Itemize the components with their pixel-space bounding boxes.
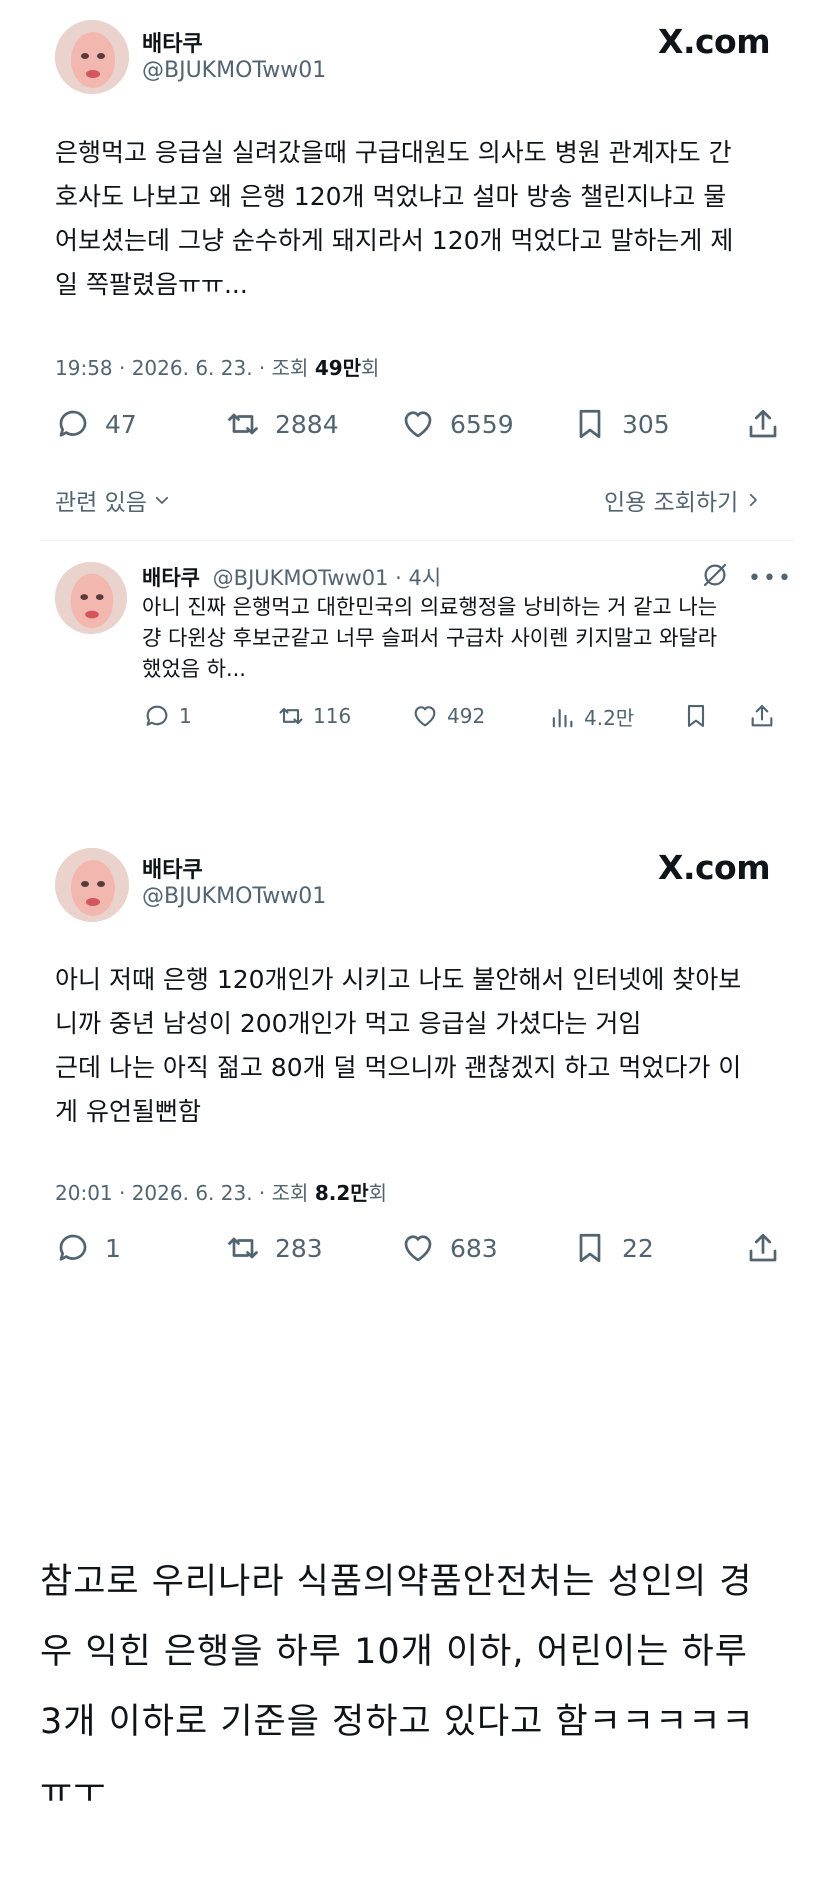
chevron-right-icon — [750, 493, 758, 507]
time-text: 19:58 · 2026. 6. 23. · 조회 — [55, 356, 315, 380]
view-suffix: 회 — [361, 356, 380, 380]
author-handle[interactable]: @BJUKMOTww01 — [142, 884, 326, 909]
share-icon — [751, 705, 773, 727]
avatar[interactable] — [55, 20, 129, 94]
x-logo: X.com — [658, 848, 771, 887]
reply-repost-button[interactable]: 116 — [277, 702, 351, 730]
reply-icon — [146, 705, 168, 726]
reply-reply-count: 1 — [179, 704, 192, 728]
tweet-text: 아니 저때 은행 120개인가 시키고 나도 불안해서 인터넷에 찾아보 니까 … — [55, 965, 742, 1126]
repost-icon — [228, 413, 258, 435]
related-label: 관련 있음 — [55, 490, 147, 516]
reply-share-button[interactable] — [748, 702, 776, 730]
reply-repost-count: 116 — [313, 704, 352, 728]
author-handle[interactable]: @BJUKMOTww01 — [142, 58, 326, 83]
reply-text: 아니 진짜 은행먹고 대한민국의 의료행정을 낭비하는 거 같고 나는 걍 다윈… — [142, 595, 718, 681]
chevron-down-icon — [155, 496, 169, 504]
bookmark-icon — [687, 705, 705, 727]
reply-button[interactable]: 47 — [55, 406, 137, 442]
share-button[interactable] — [745, 1230, 781, 1266]
avatar[interactable] — [55, 848, 129, 922]
view-count: 8.2만 — [314, 1181, 369, 1205]
divider — [40, 540, 795, 541]
author-name[interactable]: 배타쿠 — [142, 852, 203, 884]
reply-like-button[interactable]: 492 — [411, 702, 485, 730]
share-icon — [749, 409, 777, 438]
like-button[interactable]: 6559 — [400, 406, 514, 442]
heart-icon — [404, 1235, 432, 1262]
x-logo: X.com — [658, 22, 771, 61]
reply-bookmark-button[interactable] — [682, 702, 710, 730]
bookmark-button[interactable]: 22 — [572, 1230, 654, 1266]
reply-like-count: 492 — [447, 704, 486, 728]
tweet-text: 은행먹고 응급실 실려갔을때 구급대원도 의사도 병원 관계자도 간 호사도 나… — [55, 138, 734, 299]
heart-icon — [414, 706, 436, 727]
reply-handle-time[interactable]: @BJUKMOTww01 · 4시 — [213, 566, 442, 590]
caption-note: 참고로 우리나라 식품의약품안전처는 성인의 경 우 익힌 은행을 하루 10개… — [40, 1562, 755, 1812]
bookmark-icon — [579, 409, 601, 439]
repost-button[interactable]: 2884 — [225, 406, 339, 442]
bookmark-button[interactable]: 305 — [572, 406, 670, 442]
like-count: 683 — [450, 1233, 498, 1263]
view-count: 49만 — [314, 356, 362, 380]
reply-button[interactable]: 1 — [55, 1230, 121, 1266]
reply-count: 47 — [105, 409, 137, 439]
reply-views-count: 4.2만 — [584, 706, 635, 730]
reply-reply-button[interactable]: 1 — [143, 702, 192, 730]
reply-views-button[interactable]: 4.2만 — [548, 702, 634, 731]
repost-button[interactable]: 283 — [225, 1230, 323, 1266]
bookmark-count: 305 — [622, 409, 670, 439]
reply-count: 1 — [105, 1233, 121, 1263]
repost-icon — [279, 707, 303, 725]
repost-icon — [228, 1237, 258, 1259]
like-count: 6559 — [450, 409, 514, 439]
view-quotes-link[interactable]: 인용 조회하기 — [604, 483, 762, 517]
reply-header: 배타쿠 @BJUKMOTww01 · 4시 — [142, 562, 441, 592]
grok-icon[interactable] — [700, 560, 730, 594]
like-button[interactable]: 683 — [400, 1230, 498, 1266]
more-options-icon[interactable]: ••• — [748, 566, 793, 591]
reply-icon — [59, 410, 87, 437]
analytics-icon — [552, 708, 573, 727]
view-quotes-label: 인용 조회하기 — [604, 490, 739, 516]
reply-icon — [59, 1234, 87, 1261]
bookmark-count: 22 — [622, 1233, 654, 1263]
time-text: 20:01 · 2026. 6. 23. · 조회 — [55, 1181, 315, 1205]
repost-count: 2884 — [275, 409, 339, 439]
repost-count: 283 — [275, 1233, 323, 1263]
related-dropdown[interactable]: 관련 있음 — [55, 483, 171, 517]
tweet-timestamp: 20:01 · 2026. 6. 23. · 조회 8.2만회 — [55, 1177, 387, 1206]
heart-icon — [404, 411, 432, 438]
author-name[interactable]: 배타쿠 — [142, 26, 203, 58]
bookmark-icon — [579, 1233, 601, 1263]
share-button[interactable] — [745, 406, 781, 442]
share-icon — [749, 1233, 777, 1262]
tweet-timestamp: 19:58 · 2026. 6. 23. · 조회 49만회 — [55, 352, 379, 381]
reply-author-name[interactable]: 배타쿠 — [142, 566, 200, 590]
reply-avatar[interactable] — [55, 562, 127, 634]
view-suffix: 회 — [368, 1181, 388, 1205]
